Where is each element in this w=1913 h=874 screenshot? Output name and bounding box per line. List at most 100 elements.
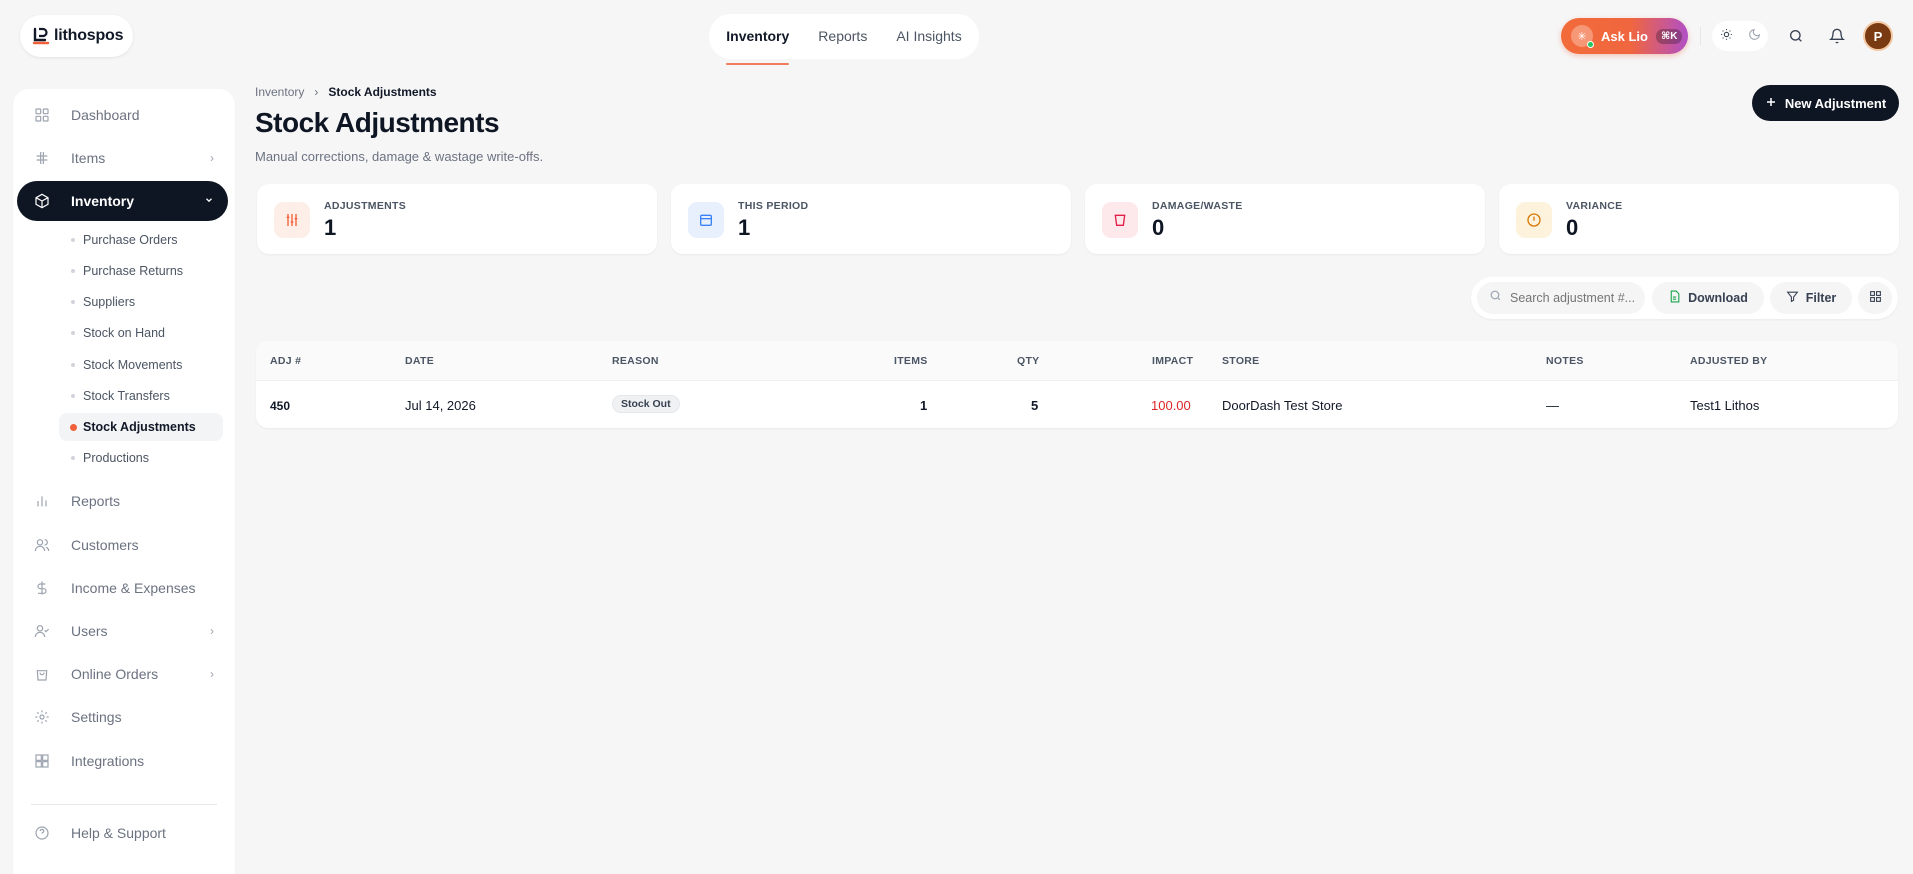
calendar-icon [688, 202, 724, 238]
column-layout-button[interactable] [1858, 282, 1892, 314]
sidebar-subitem-stock-adjustments[interactable]: Stock Adjustments [59, 413, 223, 441]
cell-adjusted-by: Test1 Lithos [1690, 398, 1760, 413]
sidebar-item-dashboard[interactable]: Dashboard [17, 96, 228, 134]
stat-label: DAMAGE/WASTE [1152, 200, 1243, 212]
sidebar-item-label: Online Orders [71, 666, 159, 682]
sidebar-item-label: Integrations [71, 753, 145, 769]
sidebar-item-settings[interactable]: Settings [17, 698, 228, 736]
sidebar-subitem-purchase-returns[interactable]: Purchase Returns [59, 257, 223, 285]
sidebar-item-reports[interactable]: Reports [17, 482, 228, 520]
sidebar-subitem-suppliers[interactable]: Suppliers [59, 288, 223, 316]
sidebar-item-income-expenses[interactable]: Income & Expenses [17, 569, 228, 607]
sidebar-item-label: Reports [71, 493, 121, 509]
grid-icon [1869, 290, 1882, 306]
search-icon [1489, 289, 1502, 307]
grid-icon [33, 106, 51, 124]
logo-text: lithospos [54, 27, 124, 44]
search-input[interactable] [1510, 291, 1638, 305]
breadcrumb: Inventory › Stock Adjustments [255, 85, 437, 99]
breadcrumb-separator: › [314, 85, 319, 99]
tab-inventory[interactable]: Inventory [726, 14, 790, 65]
breadcrumb-parent[interactable]: Inventory [255, 85, 304, 99]
sidebar-item-items[interactable]: Items › [17, 139, 228, 177]
sidebar-subitem-stock-movements[interactable]: Stock Movements [59, 351, 223, 379]
avatar[interactable]: P [1863, 21, 1893, 51]
sun-icon[interactable] [1720, 28, 1733, 44]
column-header-notes[interactable]: NOTES [1546, 355, 1584, 367]
theme-toggle[interactable] [1712, 21, 1768, 51]
sidebar-subitem-productions[interactable]: Productions [59, 444, 223, 472]
sidebar-subitem-purchase-orders[interactable]: Purchase Orders [59, 226, 223, 254]
sidebar: Dashboard Items › Inventory Purchase Ord… [13, 89, 235, 874]
stat-label: VARIANCE [1566, 200, 1623, 212]
dollar-icon [33, 579, 51, 597]
gear-icon [33, 708, 51, 726]
page-title: Stock Adjustments [255, 107, 500, 138]
logo[interactable]: lithospos [20, 15, 133, 57]
download-button[interactable]: Download [1652, 282, 1764, 314]
chevron-right-icon: › [210, 151, 214, 165]
sidebar-item-label: Users [71, 623, 108, 639]
cell-impact: 100.00 [1151, 398, 1191, 413]
cell-qty: 5 [1031, 398, 1039, 413]
cell-items: 1 [920, 398, 928, 413]
sidebar-item-integrations[interactable]: Integrations [17, 742, 228, 780]
download-label: Download [1688, 291, 1748, 305]
stat-label: ADJUSTMENTS [324, 200, 407, 212]
ask-lio-button[interactable]: ✳ Ask Lio ⌘K [1561, 18, 1688, 54]
sidebar-subitem-stock-on-hand[interactable]: Stock on Hand [59, 319, 223, 347]
sidebar-item-label: Inventory [71, 193, 135, 209]
tab-ai-insights[interactable]: AI Insights [896, 14, 961, 59]
moon-icon[interactable] [1748, 28, 1761, 44]
column-header-adj[interactable]: ADJ # [270, 355, 301, 367]
stat-label: THIS PERIOD [738, 200, 809, 212]
column-header-qty[interactable]: QTY [1017, 355, 1040, 367]
file-spreadsheet-icon [1668, 290, 1681, 306]
new-adjustment-label: New Adjustment [1784, 95, 1887, 111]
sidebar-item-label: Items [71, 150, 106, 166]
cell-adj-number[interactable]: 450 [270, 399, 290, 413]
sidebar-subitem-stock-transfers[interactable]: Stock Transfers [59, 382, 223, 410]
chevron-right-icon: › [210, 667, 214, 681]
sidebar-item-label: Help & Support [71, 825, 166, 841]
column-header-adjusted-by[interactable]: ADJUSTED BY [1690, 355, 1767, 367]
box-icon [33, 192, 51, 210]
sidebar-item-label: Settings [71, 709, 122, 725]
column-header-impact[interactable]: IMPACT [1152, 355, 1193, 367]
sidebar-item-online-orders[interactable]: Online Orders › [17, 655, 228, 693]
sidebar-item-help-support[interactable]: Help & Support [17, 814, 228, 852]
alert-circle-icon [1516, 202, 1552, 238]
reason-badge: Stock Out [612, 395, 680, 413]
stat-value: 1 [738, 215, 751, 240]
sidebar-item-label: Income & Expenses [71, 580, 196, 596]
column-header-store[interactable]: STORE [1222, 355, 1259, 367]
column-header-reason[interactable]: REASON [612, 355, 659, 367]
tab-reports[interactable]: Reports [818, 14, 867, 59]
integrations-icon [33, 752, 51, 770]
shopping-bag-icon [33, 665, 51, 683]
chevron-right-icon: › [210, 624, 214, 638]
sidebar-item-inventory[interactable]: Inventory [17, 181, 228, 221]
hash-icon [33, 149, 51, 167]
filter-label: Filter [1805, 291, 1837, 305]
cell-notes: — [1546, 398, 1559, 413]
logo-mark-icon [32, 27, 50, 45]
search-icon[interactable] [1786, 26, 1806, 46]
stat-value: 0 [1566, 215, 1579, 240]
stat-value: 1 [324, 215, 337, 240]
online-status-dot [1587, 41, 1594, 48]
divider [1700, 27, 1701, 45]
sidebar-item-users[interactable]: Users › [17, 612, 228, 650]
stat-card-damage-waste: DAMAGE/WASTE 0 [1085, 184, 1485, 254]
page-subtitle: Manual corrections, damage & wastage wri… [255, 149, 544, 164]
table-header: ADJ # DATE REASON ITEMS QTY IMPACT STORE… [256, 341, 1898, 381]
filter-button[interactable]: Filter [1770, 282, 1852, 314]
sidebar-item-customers[interactable]: Customers [17, 526, 228, 564]
plus-icon [1765, 96, 1777, 111]
shortcut-badge: ⌘K [1655, 28, 1683, 44]
search-box[interactable] [1477, 282, 1645, 314]
bell-icon[interactable] [1827, 26, 1847, 46]
column-header-date[interactable]: DATE [405, 355, 434, 367]
column-header-items[interactable]: ITEMS [894, 355, 928, 367]
new-adjustment-button[interactable]: New Adjustment [1752, 85, 1899, 121]
